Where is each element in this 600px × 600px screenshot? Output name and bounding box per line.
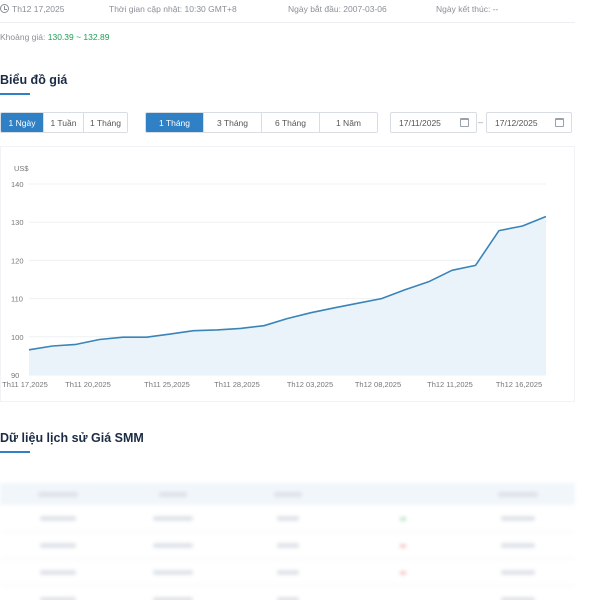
info-end-date: Ngày kết thúc: -- — [436, 4, 499, 14]
date-to-input[interactable]: 17/12/2025 — [486, 112, 572, 133]
x-tick-label: Th12 08,2025 — [355, 380, 401, 389]
y-tick-label: 120 — [11, 256, 24, 265]
x-tick-label: Th11 17,2025 — [2, 380, 48, 389]
chart-section-title: Biểu đồ giá — [0, 73, 68, 87]
y-tick-label: 90 — [11, 371, 19, 380]
price-chart-panel: US$ 90 100 110 120 130 140 Th11 17,2025 Th11 20,… — [0, 146, 575, 402]
title-underline — [0, 93, 30, 95]
period-button-6-months[interactable]: 6 Tháng — [262, 113, 320, 132]
interval-button-day[interactable]: 1 Ngày — [1, 113, 44, 132]
interval-button-month[interactable]: 1 Tháng — [84, 113, 127, 132]
info-bar: Th12 17,2025 Thời gian cập nhật: 10:30 G… — [0, 0, 600, 22]
x-tick-label: Th12 11,2025 — [427, 380, 473, 389]
period-button-3-months[interactable]: 3 Tháng — [204, 113, 262, 132]
info-updated: Thời gian cập nhật: 10:30 GMT+8 — [109, 4, 237, 14]
table-row — [0, 586, 575, 600]
x-tick-label: Th12 03,2025 — [287, 380, 333, 389]
y-tick-label: 110 — [11, 295, 23, 304]
table-row — [0, 532, 575, 559]
table-row — [0, 559, 575, 586]
calendar-icon[interactable] — [555, 118, 564, 127]
y-tick-label: 100 — [11, 333, 24, 342]
table-header — [0, 483, 575, 505]
date-from-value: 17/11/2025 — [399, 117, 441, 128]
info-start-date: Ngày bắt đầu: 2007-03-06 — [288, 4, 387, 14]
x-tick-label: Th11 25,2025 — [144, 380, 190, 389]
info-date: Th12 17,2025 — [0, 4, 64, 14]
divider — [0, 22, 575, 23]
date-separator: – — [478, 117, 484, 127]
x-tick-label: Th11 28,2025 — [214, 380, 260, 389]
period-button-1-month[interactable]: 1 Tháng — [146, 113, 204, 132]
series-area — [29, 216, 546, 375]
interval-button-group: 1 Ngày 1 Tuần 1 Tháng — [0, 112, 128, 133]
date-from-input[interactable]: 17/11/2025 — [390, 112, 477, 133]
price-chart: US$ 90 100 110 120 130 140 Th11 17,2025 Th11 20,… — [2, 164, 547, 389]
y-axis-unit: US$ — [14, 164, 29, 173]
x-tick-label: Th12 16,2025 — [496, 380, 542, 389]
price-range-value: 130.39 ~ 132.89 — [47, 32, 110, 42]
calendar-icon[interactable] — [460, 118, 469, 127]
date-to-value: 17/12/2025 — [495, 117, 538, 128]
clock-icon — [0, 4, 9, 13]
y-tick-label: 130 — [11, 218, 24, 227]
interval-button-week[interactable]: 1 Tuần — [44, 113, 84, 132]
table-row — [0, 505, 575, 532]
price-range: Khoảng giá: 130.39 ~ 132.89 — [0, 32, 109, 42]
period-button-1-year[interactable]: 1 Năm — [320, 113, 377, 132]
history-section-title: Dữ liệu lịch sử Giá SMM — [0, 431, 144, 445]
period-button-group: 1 Tháng 3 Tháng 6 Tháng 1 Năm — [145, 112, 378, 133]
x-tick-label: Th11 20,2025 — [65, 380, 111, 389]
y-tick-label: 140 — [11, 180, 24, 189]
price-range-label: Khoảng giá: — [0, 32, 46, 42]
title-underline — [0, 451, 30, 453]
history-table — [0, 483, 575, 600]
info-date-text: Th12 17,2025 — [12, 4, 65, 14]
